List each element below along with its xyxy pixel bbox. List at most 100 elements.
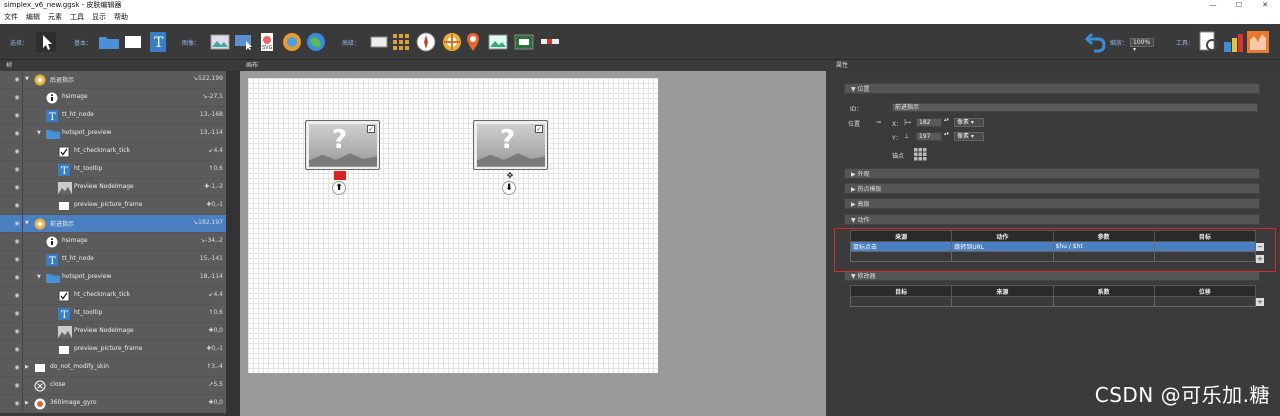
tree-row[interactable]: ◉ ht_checkmark_tick ↙4,4 bbox=[0, 287, 226, 305]
x-unit-select[interactable]: 像素 ▾ bbox=[954, 118, 984, 127]
lock-icon[interactable]: ◉ bbox=[12, 377, 23, 394]
selection-handle[interactable] bbox=[334, 171, 346, 180]
video-tool-icon[interactable] bbox=[370, 35, 388, 49]
visibility-eye-icon[interactable]: ◉ bbox=[12, 71, 23, 88]
arrow-up-icon[interactable]: ⬆ bbox=[332, 181, 346, 195]
svg-tool-icon[interactable]: SVG bbox=[260, 32, 274, 52]
section-advanced[interactable]: ▶ 高级 bbox=[844, 198, 1260, 209]
menu-element[interactable]: 元素 bbox=[44, 11, 66, 24]
move-handle-icon[interactable]: ✥ bbox=[505, 171, 515, 180]
expand-arrow-icon[interactable]: ▼ bbox=[37, 274, 41, 280]
menu-edit[interactable]: 编辑 bbox=[22, 11, 44, 24]
collapse-arrow-icon[interactable]: ▶ bbox=[25, 400, 29, 406]
close-window-button[interactable]: ✕ bbox=[1252, 0, 1278, 11]
x-field[interactable]: 182 bbox=[916, 118, 942, 127]
visibility-eye-icon[interactable]: ◉ bbox=[12, 251, 23, 268]
tree-row[interactable]: ◉ ht_checkmark_tick ↙4,4 bbox=[0, 143, 226, 161]
tree-row[interactable]: ◉ ▶ do_not_modify_skin ↑3,-4 bbox=[0, 359, 226, 377]
map-tool-icon[interactable] bbox=[306, 32, 326, 52]
visibility-eye-icon[interactable]: ◉ bbox=[12, 215, 23, 232]
y-field[interactable]: 197 bbox=[916, 132, 942, 141]
col-mod-factor: 系数 bbox=[1052, 285, 1155, 297]
y-unit-select[interactable]: 像素 ▾ bbox=[954, 132, 984, 141]
hotspot-preview-card-forward[interactable]: ? ✓ bbox=[473, 120, 548, 170]
tree-row[interactable]: ◉ close ↗5,5 bbox=[0, 377, 226, 395]
tree-row[interactable]: ◉ ▼ hotspot_preview 13,-114 bbox=[0, 125, 226, 143]
menu-tools[interactable]: 工具 bbox=[66, 11, 88, 24]
image-tool-icon[interactable] bbox=[210, 34, 230, 50]
lock-icon[interactable]: ◉ bbox=[12, 197, 23, 214]
rectangle-tool-icon[interactable] bbox=[124, 34, 142, 50]
section-position[interactable]: ▼ 位置 bbox=[844, 83, 1260, 94]
lock-icon[interactable]: ◉ bbox=[12, 233, 23, 250]
tree-row[interactable]: ◉ Ttt_ht_node 13,-168 bbox=[0, 107, 226, 125]
undo-icon[interactable] bbox=[1084, 30, 1106, 54]
pointer-tool-icon[interactable] bbox=[36, 32, 56, 52]
cloner-tool-icon[interactable] bbox=[514, 34, 534, 50]
arrow-down-icon[interactable]: ⬇ bbox=[502, 181, 516, 195]
tree-row[interactable]: ◉ preview_picture_frame ✚0,-1 bbox=[0, 341, 226, 359]
preview-tool-icon[interactable] bbox=[1198, 30, 1220, 54]
tree-row[interactable]: ◉ Ttt_ht_node 15,-141 bbox=[0, 251, 226, 269]
gallery-tool-icon[interactable] bbox=[488, 34, 508, 50]
visibility-eye-icon[interactable]: ◉ bbox=[12, 359, 23, 376]
tree-row[interactable]: ◉ ▼ hotspot_preview 18,-114 bbox=[0, 269, 226, 287]
visibility-eye-icon[interactable]: ◉ bbox=[12, 107, 23, 124]
visibility-eye-icon[interactable]: ◉ bbox=[12, 143, 23, 160]
hotspot-tool-icon[interactable] bbox=[442, 32, 462, 52]
menu-file[interactable]: 文件 bbox=[0, 11, 22, 24]
pin-tool-icon[interactable] bbox=[466, 32, 480, 52]
lock-icon[interactable]: ◉ bbox=[12, 161, 23, 178]
table-row-empty[interactable] bbox=[849, 296, 1257, 307]
compass-tool-icon[interactable] bbox=[416, 32, 436, 52]
lock-icon[interactable]: ◉ bbox=[12, 269, 23, 286]
paint-tool-icon[interactable] bbox=[1222, 30, 1244, 54]
tree-row[interactable]: ◉ ▼ 前进指示 ↘182,197 bbox=[0, 215, 226, 233]
section-actions[interactable]: ▼ 动作 bbox=[844, 214, 1260, 225]
tree-row[interactable]: ◉ Preview NodeImage ✚-1,-2 bbox=[0, 179, 226, 197]
tree-row[interactable]: ◉ Tht_tooltip ↑0,6 bbox=[0, 161, 226, 179]
y-spinner[interactable]: ▴▾ bbox=[944, 131, 949, 137]
visibility-eye-icon[interactable]: ◉ bbox=[12, 179, 23, 196]
tree-row[interactable]: ◉ Preview NodeImage ✚0,0 bbox=[0, 323, 226, 341]
grid-tool-icon[interactable] bbox=[392, 33, 410, 51]
tree-row[interactable]: ◉ ▶ 360image_gyro ✚0,0 bbox=[0, 395, 226, 413]
visibility-eye-icon[interactable]: ◉ bbox=[12, 287, 23, 304]
position-link-icon[interactable]: ⊸ bbox=[876, 119, 881, 126]
button-image-tool-icon[interactable] bbox=[234, 34, 254, 50]
tree-row[interactable]: ◉ preview_picture_frame ✚0,-1 bbox=[0, 197, 226, 215]
tree-scrollbar[interactable] bbox=[226, 71, 240, 416]
maximize-button[interactable]: ☐ bbox=[1226, 0, 1252, 11]
globe-tool-icon[interactable] bbox=[282, 32, 302, 52]
menu-view[interactable]: 显示 bbox=[88, 11, 110, 24]
hotspot-preview-card-back[interactable]: ? ✓ bbox=[305, 120, 380, 170]
section-hotspot-template[interactable]: ▶ 热点模板 bbox=[844, 183, 1260, 194]
tree-row[interactable]: ◉ Tht_tooltip ↑0,6 bbox=[0, 305, 226, 323]
visibility-eye-icon[interactable]: ◉ bbox=[12, 395, 23, 412]
minimize-button[interactable]: — bbox=[1200, 0, 1226, 11]
collapse-arrow-icon[interactable]: ▶ bbox=[25, 364, 29, 370]
visibility-eye-icon[interactable]: ◉ bbox=[12, 323, 23, 340]
x-spinner[interactable]: ▴▾ bbox=[944, 117, 949, 123]
container-tool-icon[interactable] bbox=[98, 34, 120, 50]
tree-row[interactable]: ◉ hsimage ↘-34,-2 bbox=[0, 233, 226, 251]
add-modifier-button[interactable]: + bbox=[1256, 298, 1264, 306]
anchor-grid-icon[interactable] bbox=[914, 148, 927, 161]
tree-row[interactable]: ◉ hsimage ↘-27,1 bbox=[0, 89, 226, 107]
expand-arrow-icon[interactable]: ▼ bbox=[37, 130, 41, 136]
section-appearance[interactable]: ▶ 外观 bbox=[844, 168, 1260, 179]
tree-row[interactable]: ◉ ▼ 后退指示 ↘522,199 bbox=[0, 71, 226, 89]
lock-icon[interactable]: ◉ bbox=[12, 125, 23, 142]
expand-arrow-icon[interactable]: ▼ bbox=[25, 76, 29, 82]
timer-tool-icon[interactable] bbox=[540, 36, 560, 48]
canvas[interactable]: ? ✓ ⬆ ? ✓ ✥ ⬇ bbox=[248, 78, 658, 373]
id-field[interactable]: 前进指示 bbox=[892, 103, 1258, 112]
zoom-select[interactable]: 100% ▾ bbox=[1130, 38, 1154, 53]
text-tool-icon[interactable]: T bbox=[150, 32, 166, 52]
lock-icon[interactable]: ◉ bbox=[12, 341, 23, 358]
lock-icon[interactable]: ◉ bbox=[12, 305, 23, 322]
lock-icon[interactable]: ◉ bbox=[12, 89, 23, 106]
menu-help[interactable]: 帮助 bbox=[110, 11, 132, 24]
chart-tool-icon[interactable] bbox=[1246, 30, 1270, 54]
expand-arrow-icon[interactable]: ▼ bbox=[25, 220, 29, 226]
